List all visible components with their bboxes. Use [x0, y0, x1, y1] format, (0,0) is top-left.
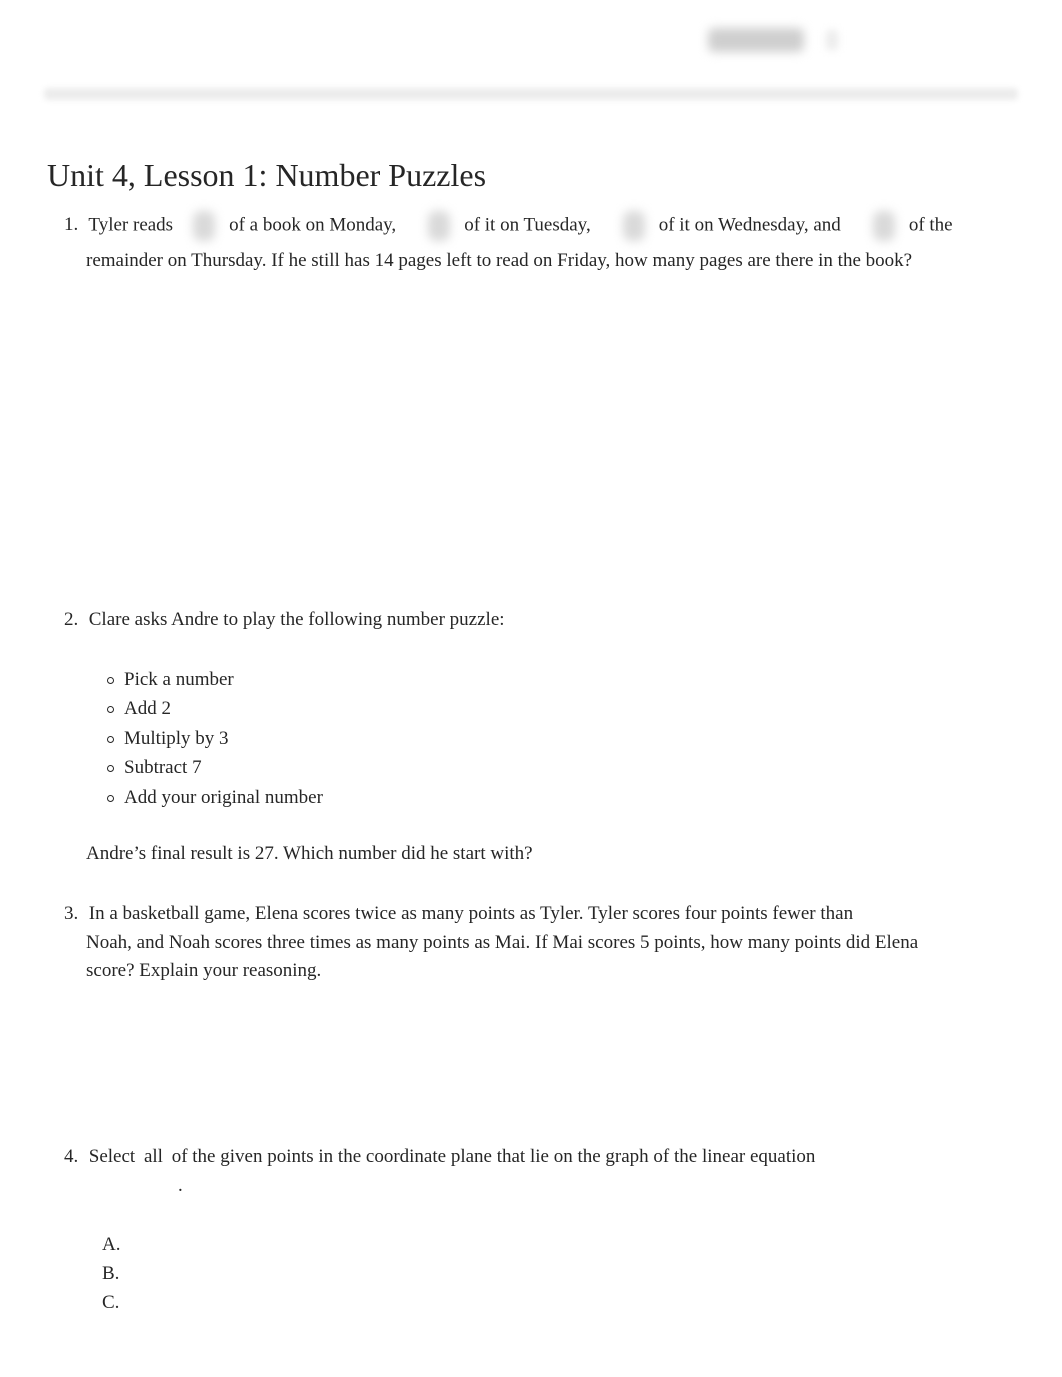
equation-line: . — [64, 1172, 924, 1202]
question-number: 3. — [64, 903, 79, 924]
fraction-math — [872, 211, 895, 241]
bullet-icon — [107, 676, 114, 684]
page-title: Unit 4, Lesson 1: Number Puzzles — [47, 157, 487, 193]
header-logo — [708, 28, 804, 52]
question-number: 1. — [64, 214, 79, 236]
option-b[interactable]: B. — [102, 1259, 924, 1288]
question-1: 1. Tyler reads of a book on Monday, of it … — [64, 211, 953, 276]
bullet-icon — [107, 794, 114, 802]
emphasis-text: all — [143, 1146, 163, 1167]
question-text: of a book on Monday, — [229, 214, 397, 236]
question-2: 2. Clare asks Andre to play the followin… — [64, 606, 924, 869]
question-3: 3. In a basketball game, Elena scores tw… — [64, 900, 924, 986]
puzzle-steps-list: Pick a number Add 2 Multiply by 3 Subtra… — [64, 665, 924, 813]
fraction-math — [428, 211, 451, 241]
list-item: Pick a number — [107, 665, 924, 695]
question-text: Tyler reads — [88, 214, 174, 236]
step-text: Add your original number — [124, 786, 323, 808]
question-text: of the given points in the coordinate pl… — [171, 1146, 816, 1167]
answer-options: A. B. C. — [64, 1230, 924, 1317]
fraction-math — [622, 211, 645, 241]
option-c[interactable]: C. — [102, 1288, 924, 1317]
step-text: Add 2 — [124, 698, 171, 719]
header-divider — [44, 88, 1018, 100]
question-text: In a basketball game, Elena scores twice… — [88, 903, 854, 924]
list-item: Add your original number — [107, 783, 924, 813]
question-text: Noah, and Noah scores three times as man… — [86, 931, 919, 982]
step-text: Multiply by 3 — [124, 727, 229, 749]
list-item: Add 2 — [107, 694, 924, 724]
question-number: 2. — [64, 609, 79, 630]
question-number: 4. — [64, 1146, 79, 1167]
list-item: Multiply by 3 — [107, 724, 924, 754]
bullet-icon — [107, 735, 114, 743]
step-text: Subtract 7 — [124, 757, 202, 778]
question-text: Andre’s final result is 27. Which number… — [86, 843, 533, 864]
question-text: of it on Tuesday, — [464, 214, 591, 236]
option-a[interactable]: A. — [102, 1230, 924, 1259]
question-text: of it on Wednesday, and — [658, 214, 841, 236]
question-4: 4. Select all of the given points in the… — [64, 1143, 924, 1317]
bullet-icon — [107, 765, 114, 772]
question-text: remainder on Thursday. If he still has 1… — [86, 250, 913, 271]
question-text: Clare asks Andre to play the following n… — [88, 609, 505, 630]
fraction-math — [193, 211, 216, 241]
period: . — [178, 1174, 183, 1196]
question-text: of the — [908, 214, 953, 236]
header-logo-icon — [826, 30, 838, 50]
bullet-icon — [107, 706, 114, 713]
list-item: Subtract 7 — [107, 753, 924, 783]
step-text: Pick a number — [124, 668, 234, 690]
question-text: Select — [88, 1146, 136, 1167]
